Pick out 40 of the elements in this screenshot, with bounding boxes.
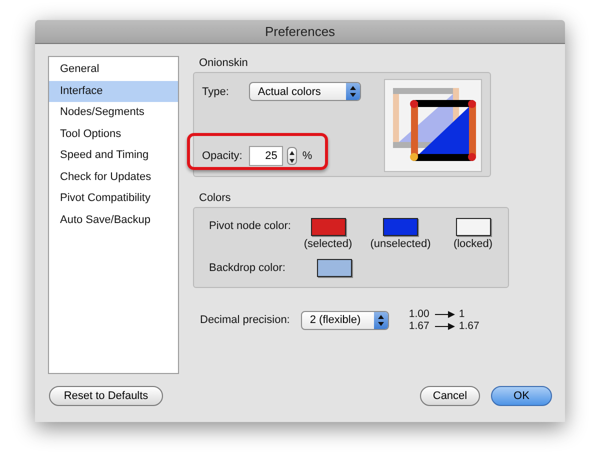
field-label: Opacity:: [202, 150, 242, 162]
example-value: 1: [458, 308, 465, 320]
field-label: Decimal precision:: [200, 314, 290, 326]
sidebar-item[interactable]: Speed and Timing: [49, 145, 178, 166]
example-value: 1.67: [408, 320, 430, 332]
up-down-arrows-icon: [350, 86, 356, 97]
field-label: Pivot node color:: [209, 219, 292, 232]
stepper[interactable]: [287, 147, 298, 165]
field-label: Backdrop color:: [209, 262, 286, 274]
arrow-icon: [434, 322, 455, 330]
example-value: 1.00: [408, 308, 430, 320]
sidebar-item[interactable]: Interface: [49, 80, 178, 102]
group-title: Onionskin: [199, 57, 249, 69]
sidebar-item[interactable]: Check for Updates: [49, 166, 178, 188]
swatch-caption: (locked): [453, 238, 493, 250]
color-well[interactable]: [383, 218, 418, 236]
precision-dropdown[interactable]: 2 (flexible): [300, 310, 389, 330]
sidebar-item[interactable]: General: [49, 59, 178, 80]
color-well[interactable]: [310, 218, 346, 236]
swatch-caption: (unselected): [370, 238, 431, 250]
unit-label: %: [302, 150, 312, 162]
arrow-icon: [434, 310, 455, 318]
sidebar-item[interactable]: Nodes/Segments: [49, 102, 178, 124]
sidebar-item[interactable]: Auto Save/Backup: [49, 210, 178, 231]
cancel-button[interactable]: Cancel: [420, 386, 480, 406]
sidebar-item[interactable]: Pivot Compatibility: [49, 188, 178, 210]
window-title: Preferences: [264, 24, 336, 39]
color-well[interactable]: [456, 218, 490, 236]
opacity-field[interactable]: 25: [249, 146, 284, 166]
swatch-caption: (selected): [304, 238, 352, 250]
group-title: Colors: [199, 192, 232, 204]
up-down-arrows-icon: [378, 314, 384, 326]
ok-button[interactable]: OK: [491, 386, 552, 406]
color-well[interactable]: [317, 259, 352, 277]
reset-button[interactable]: Reset to Defaults: [49, 386, 163, 406]
example-value: 1.67: [458, 320, 480, 332]
sidebar-item[interactable]: Tool Options: [49, 124, 178, 145]
up-down-arrows-icon: [289, 151, 296, 163]
field-label: Type:: [202, 86, 229, 98]
type-dropdown[interactable]: Actual colors: [248, 82, 361, 101]
